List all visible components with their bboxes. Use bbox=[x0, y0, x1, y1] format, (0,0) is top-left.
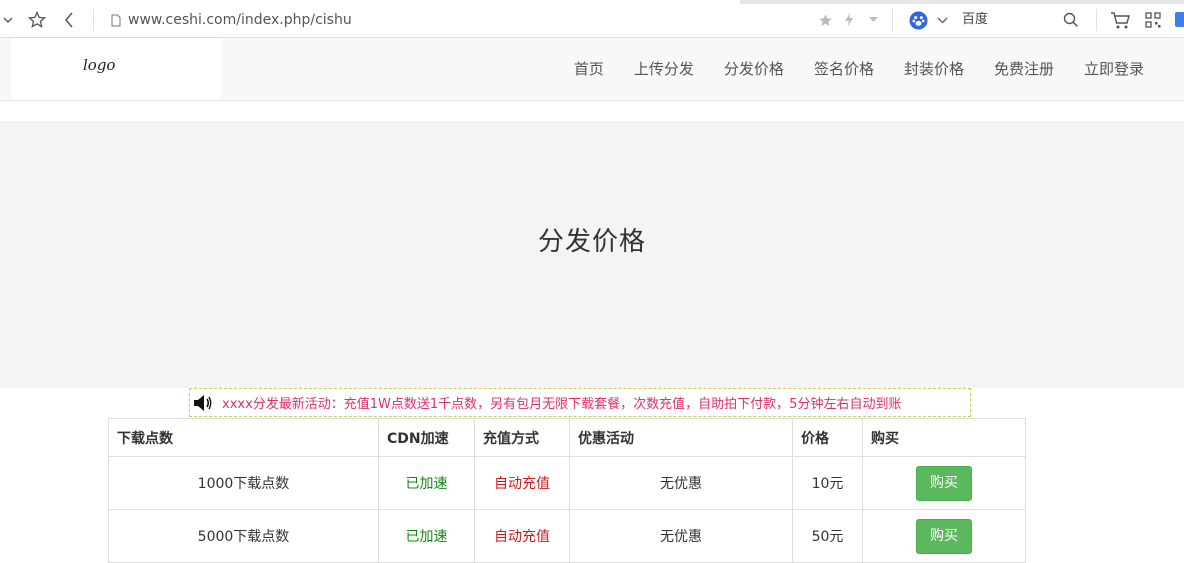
column-header: 价格 bbox=[792, 418, 863, 457]
star-icon[interactable] bbox=[816, 12, 834, 28]
grid-icon[interactable] bbox=[1144, 11, 1162, 29]
search-engine-label[interactable]: 百度 bbox=[962, 11, 988, 29]
toolbar-divider bbox=[892, 9, 893, 31]
column-header: CDN加速 bbox=[378, 418, 475, 457]
toolbar-divider bbox=[1096, 9, 1097, 31]
logo-container[interactable]: logo bbox=[11, 38, 222, 99]
table-header-row: 下载点数 CDN加速 充值方式 优惠活动 价格 购买 bbox=[108, 418, 1026, 457]
page-icon bbox=[110, 13, 122, 27]
toolbar-divider bbox=[93, 9, 94, 31]
address-bar[interactable]: www.ceshi.com/index.php/cishu bbox=[128, 10, 352, 30]
price-cell: 10元 bbox=[792, 456, 863, 510]
site-header: logo 首页 上传分发 分发价格 签名价格 封装价格 免费注册 立即登录 bbox=[0, 38, 1184, 101]
table-row: 5000下载点数 已加速 自动充值 无优惠 50元 购买 bbox=[108, 509, 1026, 563]
price-cell: 50元 bbox=[792, 509, 863, 563]
nav-item-upload[interactable]: 上传分发 bbox=[634, 58, 694, 79]
column-header: 购买 bbox=[862, 418, 1026, 457]
buy-cell: 购买 bbox=[862, 509, 1026, 563]
nav-item-login[interactable]: 立即登录 bbox=[1084, 58, 1144, 79]
buy-cell: 购买 bbox=[862, 456, 1026, 510]
search-icon[interactable] bbox=[1062, 11, 1080, 29]
download-points-cell: 1000下载点数 bbox=[108, 456, 379, 510]
engine-chevron-down-icon[interactable] bbox=[935, 14, 949, 26]
price-table: 下载点数 CDN加速 充值方式 优惠活动 价格 购买 1000下载点数 已加速 … bbox=[108, 418, 1026, 563]
announcement-text: xxxx分发最新活动：充值1W点数送1千点数，另有包月无限下载套餐，次数充值，自… bbox=[222, 397, 902, 412]
announcement-bar: xxxx分发最新活动：充值1W点数送1千点数，另有包月无限下载套餐，次数充值，自… bbox=[189, 388, 971, 417]
column-header: 优惠活动 bbox=[569, 418, 793, 457]
recharge-method-cell: 自动充值 bbox=[474, 456, 570, 510]
cdn-status-cell: 已加速 bbox=[378, 456, 475, 510]
buy-button[interactable]: 购买 bbox=[916, 465, 972, 501]
baidu-paw-icon[interactable] bbox=[908, 10, 928, 30]
promo-cell: 无优惠 bbox=[569, 509, 793, 563]
main-nav: 首页 上传分发 分发价格 签名价格 封装价格 免费注册 立即登录 bbox=[544, 38, 1144, 99]
logo[interactable]: logo bbox=[83, 56, 115, 74]
back-arrow-icon[interactable] bbox=[60, 10, 78, 30]
table-row: 1000下载点数 已加速 自动充值 无优惠 10元 购买 bbox=[108, 456, 1026, 510]
bookmark-star-icon[interactable] bbox=[26, 10, 48, 30]
tab-strip bbox=[740, 0, 1184, 4]
browser-toolbar: www.ceshi.com/index.php/cishu 百度 bbox=[0, 0, 1184, 38]
recharge-method-cell: 自动充值 bbox=[474, 509, 570, 563]
lightning-icon[interactable] bbox=[842, 12, 856, 28]
promo-cell: 无优惠 bbox=[569, 456, 793, 510]
column-header: 下载点数 bbox=[108, 418, 379, 457]
buy-button[interactable]: 购买 bbox=[916, 518, 972, 554]
chevron-down-icon[interactable] bbox=[2, 12, 14, 28]
column-header: 充值方式 bbox=[474, 418, 570, 457]
nav-item-signature-price[interactable]: 签名价格 bbox=[814, 58, 874, 79]
nav-item-package-price[interactable]: 封装价格 bbox=[904, 58, 964, 79]
nav-item-register[interactable]: 免费注册 bbox=[994, 58, 1054, 79]
page-title: 分发价格 bbox=[537, 227, 646, 257]
hero-banner: 分发价格 bbox=[0, 121, 1184, 388]
nav-item-distribution-price[interactable]: 分发价格 bbox=[724, 58, 784, 79]
extension-icon[interactable] bbox=[1175, 12, 1184, 27]
cart-icon[interactable] bbox=[1108, 10, 1132, 30]
nav-item-home[interactable]: 首页 bbox=[574, 58, 604, 79]
download-points-cell: 5000下载点数 bbox=[108, 509, 379, 563]
dropdown-icon[interactable] bbox=[866, 14, 880, 26]
cdn-status-cell: 已加速 bbox=[378, 509, 475, 563]
speaker-icon bbox=[192, 392, 214, 414]
